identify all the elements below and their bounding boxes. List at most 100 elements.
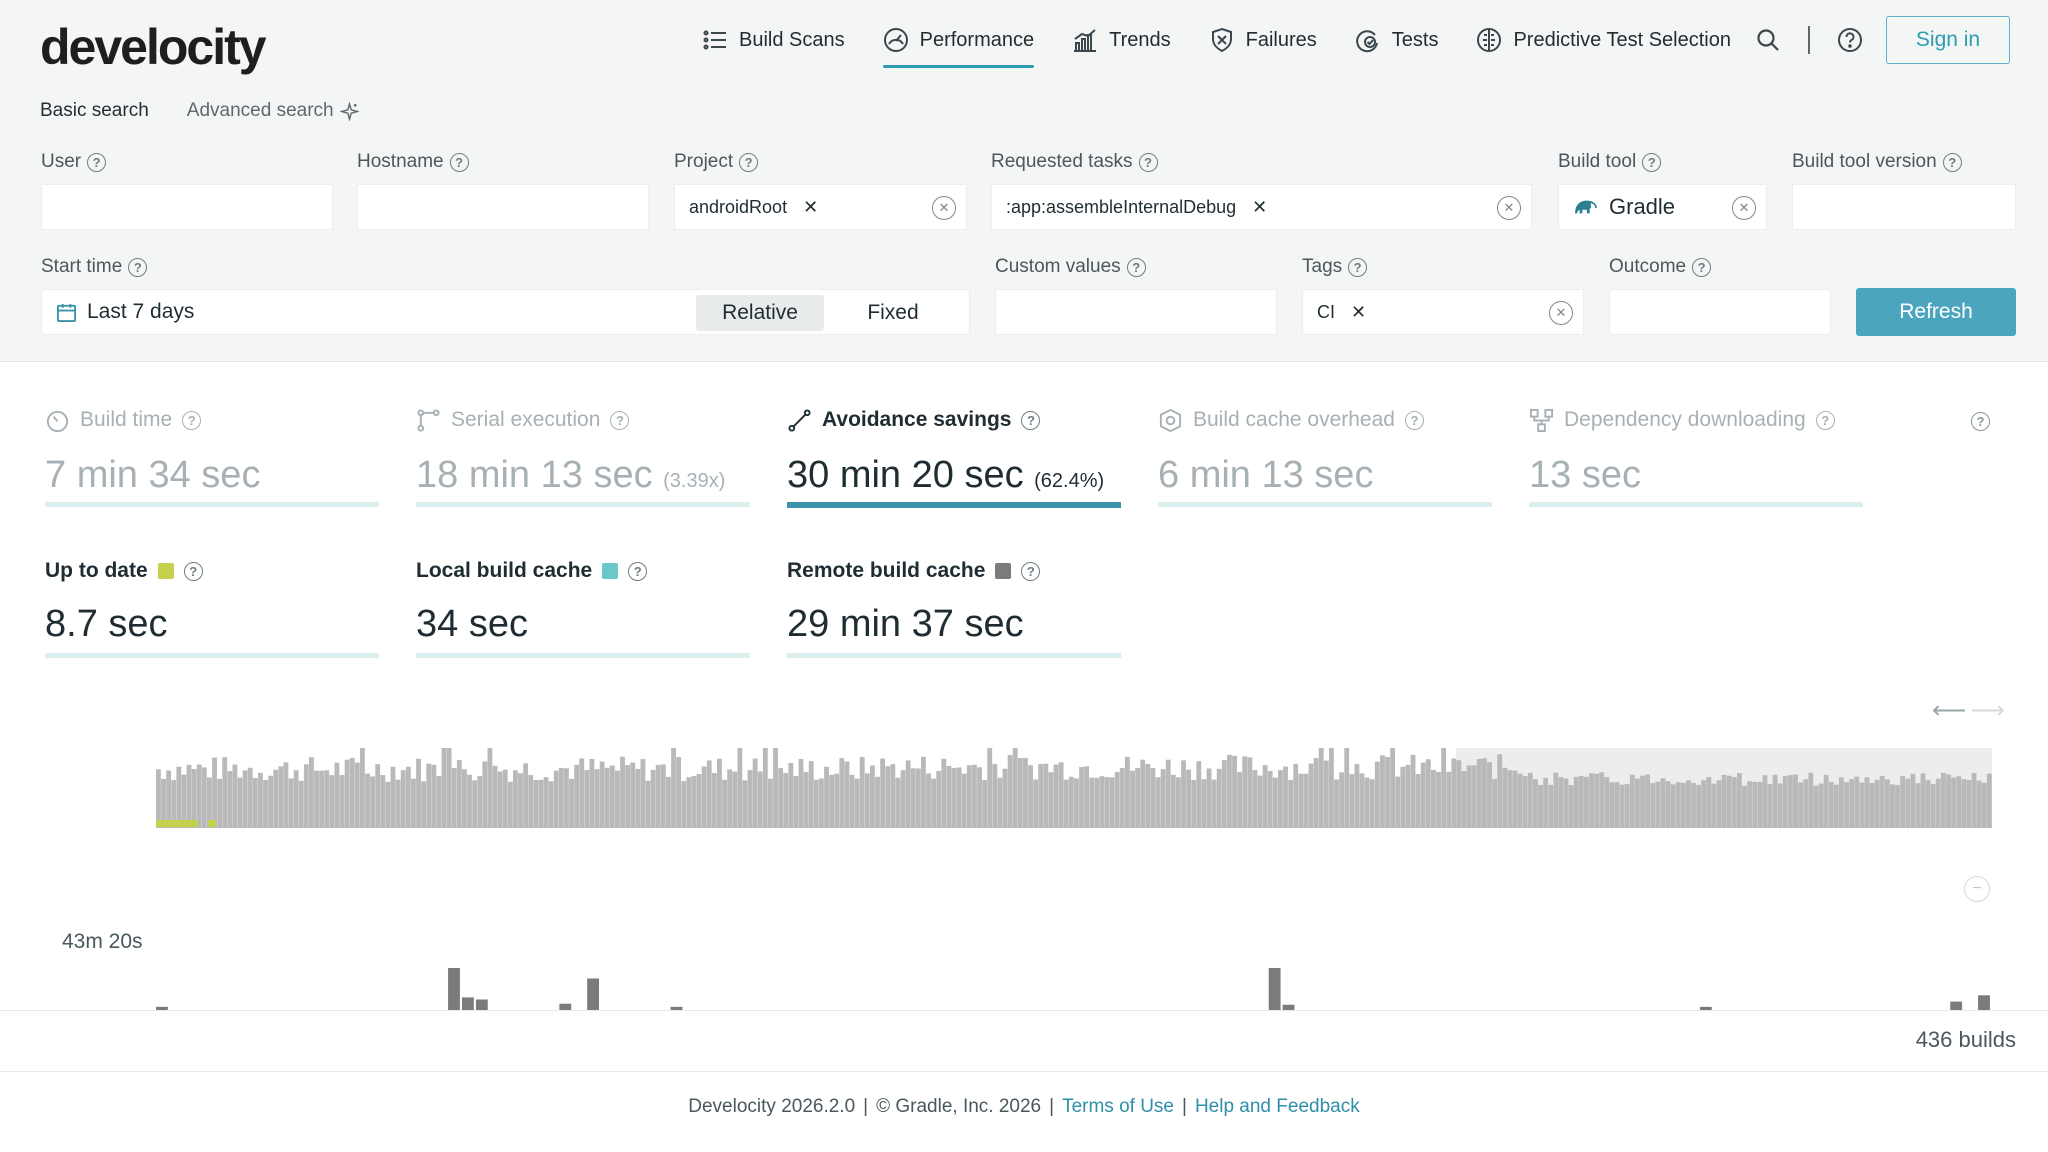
help-icon[interactable]: ? bbox=[628, 561, 648, 581]
detail-bar[interactable] bbox=[1268, 968, 1281, 1010]
clear-icon[interactable]: ✕ bbox=[932, 196, 956, 220]
overview-bar bbox=[1303, 773, 1309, 828]
help-icon[interactable]: ? bbox=[1642, 152, 1662, 172]
remove-chip-icon[interactable]: ✕ bbox=[1351, 302, 1366, 323]
detail-bar[interactable] bbox=[475, 999, 488, 1011]
help-icon[interactable]: ? bbox=[182, 410, 202, 430]
overview-bar bbox=[1007, 755, 1013, 828]
help-icon[interactable]: ? bbox=[1971, 412, 1990, 431]
overview-bar bbox=[609, 765, 615, 828]
arrow-right-icon[interactable]: ⟶ bbox=[1970, 696, 2004, 725]
remove-chip-icon[interactable]: ✕ bbox=[803, 197, 818, 218]
custom-values-input[interactable] bbox=[995, 289, 1277, 335]
search-icon[interactable] bbox=[1754, 26, 1782, 54]
nav-trends[interactable]: Trends bbox=[1072, 20, 1171, 60]
overview-bar bbox=[1002, 768, 1008, 828]
tab-advanced-search[interactable]: Advanced search bbox=[187, 100, 359, 122]
overview-bar bbox=[482, 761, 488, 828]
build-tool-version-input[interactable] bbox=[1792, 184, 2016, 230]
terms-of-use-link[interactable]: Terms of Use bbox=[1062, 1096, 1174, 1117]
build-tool-select[interactable]: Gradle ✕ bbox=[1558, 184, 1767, 230]
help-feedback-link[interactable]: Help and Feedback bbox=[1195, 1096, 1360, 1117]
detail-chart[interactable] bbox=[156, 950, 1992, 1012]
overview-bar bbox=[1839, 777, 1844, 828]
detail-bar[interactable] bbox=[587, 978, 599, 1011]
metric-local-build-cache[interactable]: Local build cache ? 34 sec bbox=[416, 557, 750, 658]
detail-bar[interactable] bbox=[462, 997, 474, 1010]
metric-remote-build-cache[interactable]: Remote build cache ? 29 min 37 sec bbox=[787, 557, 1121, 658]
overview-bar bbox=[1890, 784, 1895, 828]
y-axis-max-label: 43m 20s bbox=[62, 930, 143, 953]
nav-predictive-test-selection[interactable]: Predictive Test Selection bbox=[1476, 20, 1731, 60]
fixed-toggle[interactable]: Fixed bbox=[840, 295, 946, 331]
develocity-logo[interactable]: develocity bbox=[40, 18, 267, 76]
branch-icon bbox=[417, 408, 440, 432]
detail-bar[interactable] bbox=[1950, 1001, 1963, 1010]
help-icon[interactable]: ? bbox=[1692, 257, 1712, 277]
nav-tests[interactable]: Tests bbox=[1355, 20, 1438, 60]
overview-bar bbox=[1716, 780, 1722, 828]
metric-extra: (62.4%) bbox=[1034, 470, 1105, 492]
remove-chip-icon[interactable]: ✕ bbox=[1252, 197, 1267, 218]
detail-bar[interactable] bbox=[448, 968, 460, 1010]
overview-bar bbox=[405, 766, 411, 828]
overview-bar bbox=[1701, 780, 1707, 828]
clear-icon[interactable]: ✕ bbox=[1732, 196, 1756, 220]
metric-label: Up to date bbox=[45, 559, 148, 582]
help-icon[interactable]: ? bbox=[1404, 410, 1424, 430]
sign-in-button[interactable]: Sign in bbox=[1886, 16, 2010, 64]
metric-dependency-downloading[interactable]: Dependency downloading ? 13 sec bbox=[1529, 406, 1863, 507]
project-input[interactable]: androidRoot ✕ ✕ bbox=[674, 184, 967, 230]
tags-input[interactable]: CI ✕ ✕ bbox=[1302, 289, 1584, 335]
clear-icon[interactable]: ✕ bbox=[1549, 301, 1573, 325]
help-icon[interactable] bbox=[1836, 26, 1864, 54]
metric-serial-execution[interactable]: Serial execution ? 18 min 13 sec (3.39x) bbox=[416, 406, 750, 507]
overview-bar bbox=[1186, 769, 1192, 828]
overview-bar bbox=[1318, 748, 1324, 828]
overview-bar bbox=[278, 766, 284, 828]
help-icon[interactable]: ? bbox=[1942, 152, 1962, 172]
list-icon bbox=[703, 30, 726, 50]
metric-build-cache-overhead[interactable]: Build cache overhead ? 6 min 13 sec bbox=[1158, 406, 1492, 507]
calendar-icon bbox=[56, 303, 77, 322]
help-icon[interactable]: ? bbox=[1021, 561, 1041, 581]
help-icon[interactable]: ? bbox=[449, 152, 469, 172]
detail-bar[interactable] bbox=[1978, 995, 1990, 1010]
zoom-out-icon[interactable]: − bbox=[1964, 876, 1990, 902]
clear-icon[interactable]: ✕ bbox=[1497, 196, 1521, 220]
start-time-input[interactable]: Last 7 days Relative Fixed bbox=[41, 289, 970, 335]
help-icon[interactable]: ? bbox=[1126, 257, 1146, 277]
help-icon[interactable]: ? bbox=[183, 561, 203, 581]
overview-bar bbox=[1951, 777, 1957, 828]
metric-avoidance-savings[interactable]: Avoidance savings ? 30 min 20 sec (62.4%… bbox=[787, 406, 1121, 508]
help-icon[interactable]: ? bbox=[128, 257, 148, 277]
help-icon[interactable]: ? bbox=[87, 152, 107, 172]
arrow-left-icon[interactable]: ⟵ bbox=[1932, 696, 1966, 725]
relative-toggle[interactable]: Relative bbox=[696, 295, 824, 331]
overview-bar bbox=[324, 770, 330, 828]
overview-bar bbox=[1624, 784, 1630, 828]
tab-basic-search[interactable]: Basic search bbox=[40, 100, 149, 122]
overview-bar bbox=[252, 778, 258, 828]
metric-up-to-date[interactable]: Up to date ? 8.7 sec bbox=[45, 557, 379, 658]
help-icon[interactable]: ? bbox=[1815, 410, 1835, 430]
metric-build-time[interactable]: Build time ? 7 min 34 sec bbox=[45, 406, 379, 507]
outcome-select[interactable] bbox=[1609, 289, 1831, 335]
help-icon[interactable]: ? bbox=[1348, 257, 1368, 277]
nav-build-scans[interactable]: Build Scans bbox=[702, 20, 845, 60]
speedometer-icon bbox=[883, 28, 908, 52]
user-input[interactable] bbox=[41, 184, 333, 230]
nav-performance[interactable]: Performance bbox=[882, 20, 1034, 68]
help-icon[interactable]: ? bbox=[610, 410, 630, 430]
help-icon[interactable]: ? bbox=[1021, 410, 1041, 430]
refresh-button[interactable]: Refresh bbox=[1856, 288, 2016, 336]
help-icon[interactable]: ? bbox=[739, 152, 759, 172]
hostname-input[interactable] bbox=[357, 184, 649, 230]
overview-bar bbox=[1334, 779, 1339, 828]
overview-chart[interactable] bbox=[156, 746, 1992, 830]
help-icon[interactable]: ? bbox=[1138, 152, 1158, 172]
nav-failures[interactable]: Failures bbox=[1209, 20, 1317, 60]
requested-tasks-input[interactable]: :app:assembleInternalDebug ✕ ✕ bbox=[991, 184, 1532, 230]
overview-bar bbox=[966, 765, 972, 828]
overview-bar bbox=[1232, 755, 1237, 828]
